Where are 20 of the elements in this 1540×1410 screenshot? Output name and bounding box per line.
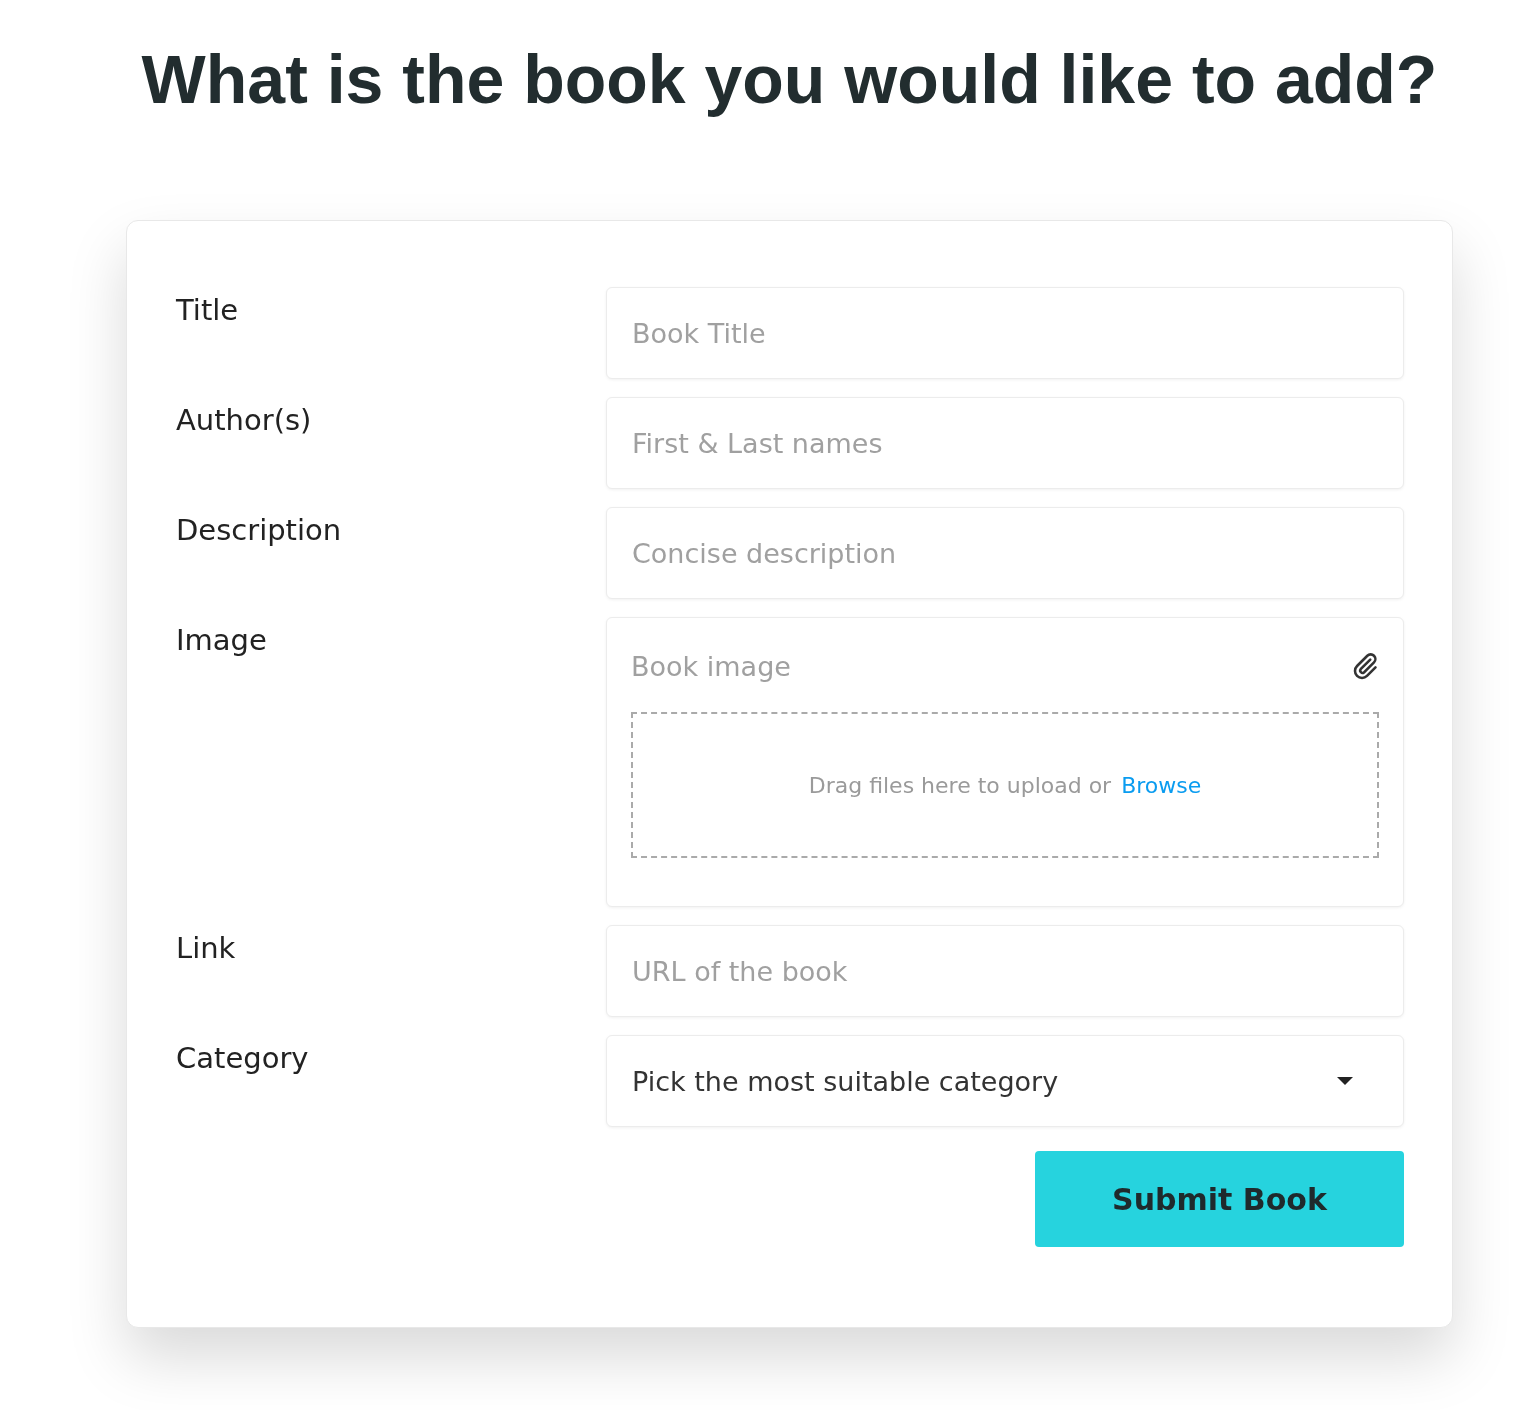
image-upload-field[interactable]: Book image Drag files here to upload or Browse — [606, 617, 1404, 907]
drop-hint: Drag files here to upload or — [808, 772, 1112, 798]
caret-icon — [1337, 1077, 1353, 1085]
field-placeholder: Book image — [631, 650, 791, 682]
category-select[interactable]: Pick the most suitable category — [606, 1035, 1404, 1127]
submit-button[interactable]: Submit Book — [1035, 1151, 1404, 1247]
field-label: Image — [176, 622, 268, 659]
field-label: Title — [176, 292, 240, 329]
input-field[interactable]: URL of the book — [606, 925, 1404, 1017]
paperclip-icon[interactable] — [1351, 652, 1379, 680]
drop-zone[interactable]: Drag files here to upload or Browse — [631, 712, 1379, 858]
field-label: Link — [176, 930, 237, 967]
input-field[interactable]: Concise description — [606, 507, 1404, 599]
field-label: Description — [176, 512, 343, 549]
input-field[interactable]: First & Last names — [606, 397, 1404, 489]
page-heading: What is the book you would like to add? — [140, 40, 1439, 119]
field-label: Category — [176, 1040, 310, 1077]
input-field[interactable]: Book Title — [606, 287, 1404, 379]
browse-link[interactable]: Browse — [1121, 772, 1202, 798]
field-label: Author(s) — [176, 402, 313, 439]
